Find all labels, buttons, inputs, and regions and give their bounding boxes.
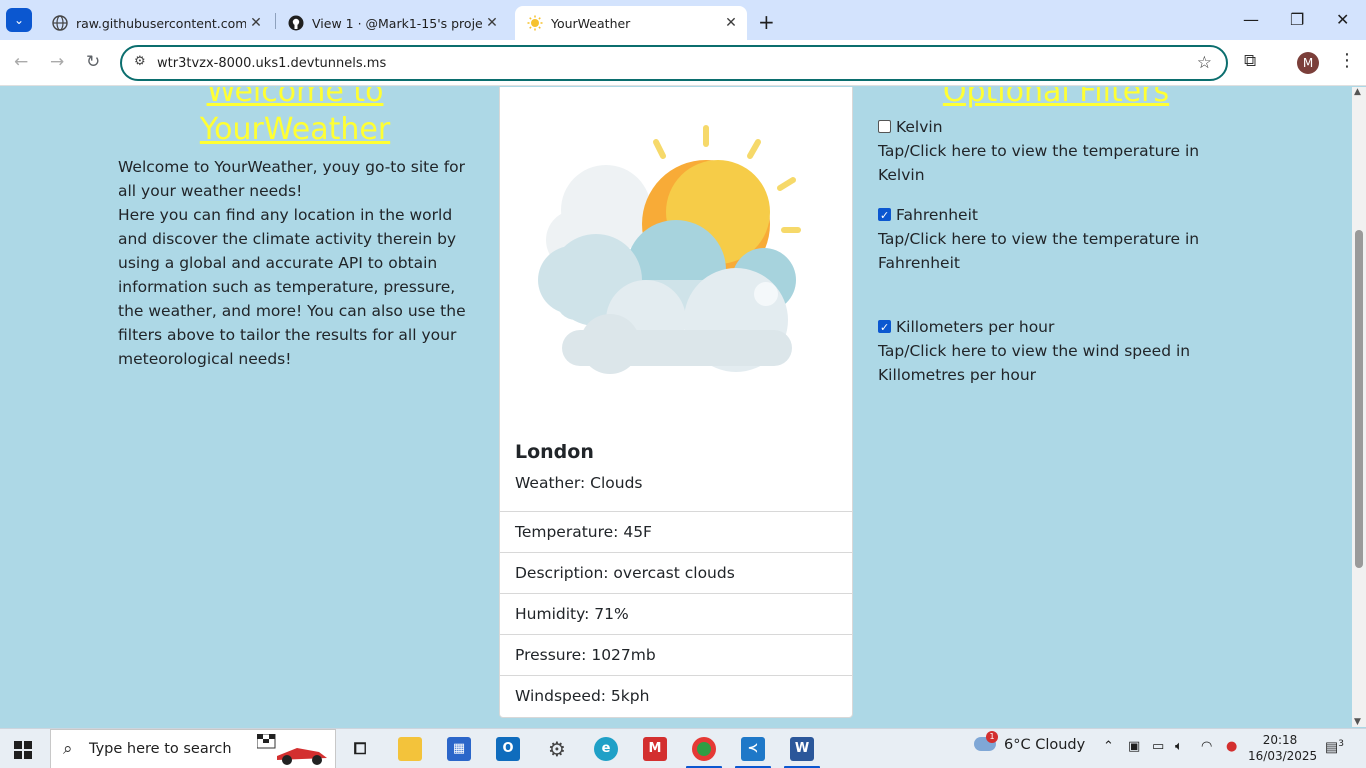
word-icon[interactable]: W bbox=[790, 737, 814, 761]
minimize-button[interactable]: — bbox=[1243, 10, 1259, 29]
sun-icon bbox=[527, 15, 543, 31]
cloud-icon: 1 bbox=[974, 731, 998, 751]
optional-filters-title-link[interactable]: Optional Filters bbox=[878, 87, 1234, 111]
weather-text: 6°C Cloudy bbox=[1004, 737, 1086, 753]
clock-time: 20:18 bbox=[1262, 733, 1298, 747]
globe-icon bbox=[52, 15, 68, 31]
intro-text: Welcome to YourWeather, youy go-to site … bbox=[118, 155, 468, 371]
tab-github-raw[interactable]: raw.githubusercontent.com/Ma ✕ bbox=[40, 6, 272, 40]
chevron-up-icon[interactable]: ⌃ bbox=[1103, 739, 1114, 754]
bookmark-star-icon[interactable]: ☆ bbox=[1197, 53, 1212, 73]
filter-kph: Killometers per hour Tap/Click here to v… bbox=[878, 315, 1228, 387]
kelvin-checkbox[interactable] bbox=[878, 120, 891, 133]
taskbar-clock[interactable]: 20:18 16/03/2025 bbox=[1248, 732, 1318, 764]
description-item: Description: overcast clouds bbox=[500, 552, 852, 593]
weather-card: London Weather: Clouds Temperature: 45F … bbox=[499, 87, 853, 718]
tab-strip: ⌄ raw.githubusercontent.com/Ma ✕ View 1 … bbox=[0, 0, 1366, 40]
kph-checkbox[interactable] bbox=[878, 316, 891, 340]
notification-count: 3 bbox=[1338, 739, 1344, 749]
intro-paragraph-1: Welcome to YourWeather, youy go-to site … bbox=[118, 158, 466, 200]
tab-title: YourWeather bbox=[551, 15, 631, 31]
taskbar-search[interactable]: ⌕ Type here to search bbox=[50, 729, 336, 768]
address-bar[interactable]: ⚙ wtr3tvzx-8000.uks1.devtunnels.ms ☆ bbox=[120, 45, 1228, 81]
profile-avatar[interactable]: M bbox=[1297, 52, 1319, 74]
filter-fahrenheit: Fahrenheit Tap/Click here to view the te… bbox=[878, 203, 1228, 275]
close-icon[interactable]: ✕ bbox=[246, 15, 266, 31]
tab-title: raw.githubusercontent.com/Ma bbox=[76, 15, 246, 31]
reload-button[interactable]: ↻ bbox=[86, 52, 100, 72]
pressure-item: Pressure: 1027mb bbox=[500, 634, 852, 675]
page-scrollbar[interactable]: ▲ ▼ bbox=[1352, 87, 1366, 727]
kelvin-label[interactable]: Kelvin bbox=[896, 118, 943, 136]
weather-alert-badge: 1 bbox=[986, 731, 998, 743]
back-button[interactable]: ← bbox=[14, 52, 28, 72]
city-name: London bbox=[515, 441, 594, 463]
close-icon[interactable]: ✕ bbox=[721, 15, 741, 31]
partly-cloudy-icon bbox=[538, 125, 801, 374]
outlook-icon[interactable]: O bbox=[496, 737, 520, 761]
meet-now-icon[interactable]: ▣ bbox=[1128, 739, 1140, 754]
vscode-icon[interactable]: ≺ bbox=[741, 737, 765, 761]
url-text[interactable]: wtr3tvzx-8000.uks1.devtunnels.ms bbox=[157, 56, 386, 71]
browser-toolbar: ← → ↻ ⚙ wtr3tvzx-8000.uks1.devtunnels.ms… bbox=[0, 40, 1366, 86]
network-error-icon[interactable]: ● bbox=[1226, 739, 1237, 754]
kelvin-option[interactable]: Kelvin bbox=[878, 115, 1228, 139]
temperature-item: Temperature: 45F bbox=[500, 511, 852, 552]
fahrenheit-label[interactable]: Fahrenheit bbox=[896, 206, 978, 224]
chrome-icon[interactable] bbox=[692, 737, 716, 761]
edge-icon[interactable]: e bbox=[594, 737, 618, 761]
menu-kebab-icon[interactable]: ⋮ bbox=[1338, 50, 1356, 71]
close-window-button[interactable]: ✕ bbox=[1336, 10, 1349, 29]
kph-option[interactable]: Killometers per hour bbox=[878, 315, 1228, 340]
welcome-title-link[interactable]: Welcome to YourWeather bbox=[118, 87, 472, 149]
scrollbar-thumb[interactable] bbox=[1355, 230, 1363, 568]
scroll-up-icon[interactable]: ▲ bbox=[1354, 87, 1361, 97]
mcafee-icon[interactable]: M bbox=[643, 737, 667, 761]
fahrenheit-option[interactable]: Fahrenheit bbox=[878, 203, 1228, 228]
windows-taskbar: ⌕ Type here to search ⧠ ▦ O ⚙ e M ≺ W 16… bbox=[0, 728, 1366, 768]
tab-title: View 1 · @Mark1-15's project2- bbox=[312, 15, 482, 31]
kelvin-description: Tap/Click here to view the temperature i… bbox=[878, 142, 1200, 184]
intro-paragraph-2: Here you can find any location in the wo… bbox=[118, 206, 466, 368]
kph-description: Tap/Click here to view the wind speed in… bbox=[878, 342, 1191, 384]
github-icon bbox=[288, 15, 304, 31]
taskbar-weather-widget[interactable]: 1 6°C Cloudy bbox=[974, 731, 1086, 753]
new-tab-button[interactable]: + bbox=[758, 10, 775, 34]
windows-start-icon[interactable] bbox=[14, 741, 32, 759]
file-explorer-icon[interactable] bbox=[398, 737, 422, 761]
tab-github-project[interactable]: View 1 · @Mark1-15's project2- ✕ bbox=[276, 6, 508, 40]
scroll-down-icon[interactable]: ▼ bbox=[1354, 717, 1361, 727]
tab-yourweather[interactable]: YourWeather ✕ bbox=[515, 6, 747, 40]
kph-label[interactable]: Killometers per hour bbox=[896, 318, 1054, 336]
tab-search-button[interactable]: ⌄ bbox=[6, 8, 32, 32]
windspeed-item: Windspeed: 5kph bbox=[500, 675, 852, 716]
volume-icon[interactable]: 🔈︎ bbox=[1175, 739, 1183, 754]
site-settings-icon[interactable]: ⚙ bbox=[134, 54, 146, 69]
search-placeholder: Type here to search bbox=[89, 741, 232, 757]
fahrenheit-checkbox[interactable] bbox=[878, 204, 891, 228]
wifi-icon[interactable]: ◠ bbox=[1201, 739, 1212, 754]
fahrenheit-description: Tap/Click here to view the temperature i… bbox=[878, 230, 1200, 272]
humidity-item: Humidity: 71% bbox=[500, 593, 852, 634]
battery-icon[interactable]: ▭ bbox=[1152, 739, 1164, 754]
filter-kelvin: Kelvin Tap/Click here to view the temper… bbox=[878, 115, 1228, 187]
page-content: Welcome to YourWeather Welcome to YourWe… bbox=[0, 87, 1352, 727]
search-highlight-icon bbox=[257, 734, 327, 765]
settings-gear-icon[interactable]: ⚙ bbox=[545, 737, 569, 761]
forward-button[interactable]: → bbox=[50, 52, 64, 72]
search-icon: ⌕ bbox=[63, 739, 73, 759]
task-view-icon[interactable]: ⧠ bbox=[348, 737, 372, 761]
close-icon[interactable]: ✕ bbox=[482, 15, 502, 31]
weather-details-list: Temperature: 45F Description: overcast c… bbox=[500, 511, 852, 716]
restore-button[interactable]: ❐ bbox=[1290, 10, 1304, 29]
weather-summary: Weather: Clouds bbox=[515, 474, 643, 492]
notification-center-icon[interactable]: ▤3 bbox=[1325, 739, 1344, 756]
extensions-icon[interactable]: ⧉ bbox=[1244, 51, 1256, 71]
clock-date: 16/03/2025 bbox=[1248, 749, 1318, 763]
microsoft-store-icon[interactable]: ▦ bbox=[447, 737, 471, 761]
